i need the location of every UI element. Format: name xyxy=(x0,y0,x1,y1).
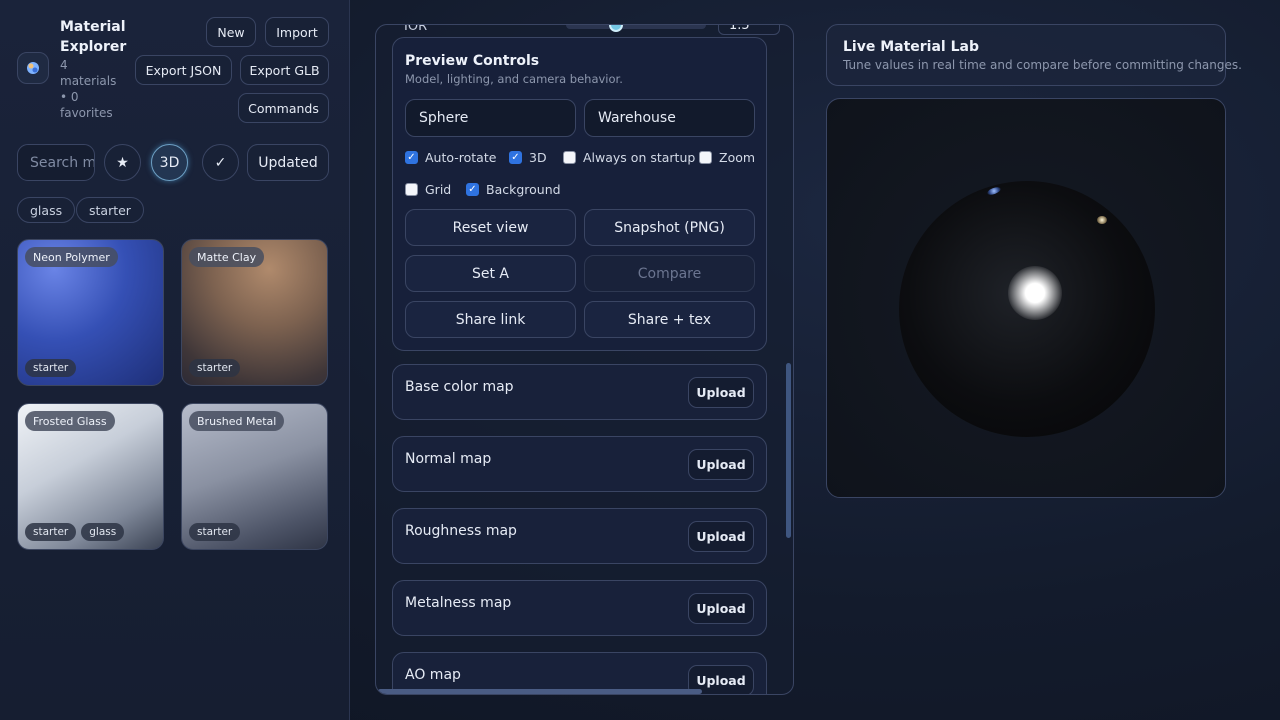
star-icon: ★ xyxy=(116,154,129,171)
specular-highlight-warm xyxy=(1097,216,1107,224)
ior-row: IOR 1.5 xyxy=(404,24,780,37)
select-mode-button[interactable]: ✓ xyxy=(202,144,239,181)
checkbox[interactable] xyxy=(699,151,712,164)
material-card-matte-clay[interactable]: Matte Clay starter xyxy=(181,239,328,386)
upload-normal-button[interactable]: Upload xyxy=(688,449,754,480)
ior-slider-thumb[interactable] xyxy=(609,25,624,32)
map-label: Base color map xyxy=(405,379,514,395)
base-color-map-slot: Base color map Upload xyxy=(392,364,767,420)
preview-controls-subtitle: Model, lighting, and camera behavior. xyxy=(405,72,623,86)
search-input[interactable]: Search materials xyxy=(17,144,95,181)
reset-view-button[interactable]: Reset view xyxy=(405,209,576,246)
material-name: Frosted Glass xyxy=(25,411,115,431)
preview-controls-title: Preview Controls xyxy=(405,53,540,69)
model-select[interactable]: Sphere xyxy=(405,99,576,137)
grid-checkbox[interactable]: Grid xyxy=(405,182,451,197)
map-label: Normal map xyxy=(405,451,492,467)
snapshot-button[interactable]: Snapshot (PNG) xyxy=(584,209,755,246)
material-tag: starter xyxy=(25,359,77,377)
lab-subtitle: Tune values in real time and compare bef… xyxy=(843,58,1242,72)
environment-select[interactable]: Warehouse xyxy=(584,99,755,137)
checkbox[interactable]: ✓ xyxy=(509,151,522,164)
material-editor-panel: IOR 1.5 Preview Controls Model, lighting… xyxy=(375,24,794,695)
background-checkbox[interactable]: ✓ Background xyxy=(466,182,561,197)
material-tag: starter xyxy=(25,523,77,541)
metalness-map-slot: Metalness map Upload xyxy=(392,580,767,636)
upload-base-color-button[interactable]: Upload xyxy=(688,377,754,408)
import-button[interactable]: Import xyxy=(265,17,329,47)
set-a-button[interactable]: Set A xyxy=(405,255,576,292)
share-tex-button[interactable]: Share + tex xyxy=(584,301,755,338)
checkbox[interactable] xyxy=(563,151,576,164)
tag-chip-glass[interactable]: glass xyxy=(17,197,76,223)
material-card-frosted-glass[interactable]: Frosted Glass starter glass xyxy=(17,403,164,550)
new-button[interactable]: New xyxy=(206,17,256,47)
lab-header: Live Material Lab Tune values in real ti… xyxy=(826,24,1242,86)
export-json-button[interactable]: Export JSON xyxy=(135,55,232,85)
upload-roughness-button[interactable]: Upload xyxy=(688,521,754,552)
specular-highlight-main xyxy=(1008,266,1062,320)
material-card-brushed-metal[interactable]: Brushed Metal starter xyxy=(181,403,328,550)
app-logo-icon xyxy=(17,52,49,84)
checkbox-label: Always on startup xyxy=(583,150,696,165)
lab-title: Live Material Lab xyxy=(843,39,979,55)
share-link-button[interactable]: Share link xyxy=(405,301,576,338)
material-name: Brushed Metal xyxy=(189,411,285,431)
favorites-filter-button[interactable]: ★ xyxy=(104,144,141,181)
mode-3d-toggle[interactable]: 3D xyxy=(151,144,188,181)
always-on-startup-checkbox[interactable]: Always on startup xyxy=(563,150,695,165)
checkbox[interactable]: ✓ xyxy=(466,183,479,196)
checkbox-label: Zoom xyxy=(719,150,756,165)
checkbox-label: Auto-rotate xyxy=(425,150,497,165)
material-name: Neon Polymer xyxy=(25,247,118,267)
map-label: Metalness map xyxy=(405,595,512,611)
material-tag: starter xyxy=(189,523,241,541)
checkbox-label: 3D xyxy=(529,150,547,165)
tag-chip-starter[interactable]: starter xyxy=(76,197,144,223)
checkbox[interactable]: ✓ xyxy=(405,151,418,164)
library-stats: 4 materials • 0 favorites xyxy=(60,58,117,120)
auto-rotate-checkbox[interactable]: ✓ Auto-rotate xyxy=(405,150,496,165)
export-glb-button[interactable]: Export GLB xyxy=(240,55,329,85)
material-tag: starter xyxy=(189,359,241,377)
ior-value-input[interactable]: 1.5 xyxy=(718,25,780,35)
app-title: Material Explorer xyxy=(60,19,127,55)
sidebar: Material Explorer 4 materials • 0 favori… xyxy=(0,0,350,720)
vertical-scrollbar[interactable] xyxy=(786,363,791,538)
commands-button[interactable]: Commands xyxy=(238,93,329,123)
material-name: Matte Clay xyxy=(189,247,265,267)
check-icon: ✓ xyxy=(214,154,227,171)
sort-select[interactable]: Updated xyxy=(247,144,329,181)
3d-checkbox[interactable]: ✓ 3D xyxy=(509,150,547,165)
map-label: AO map xyxy=(405,667,461,683)
ior-slider[interactable] xyxy=(566,25,706,32)
normal-map-slot: Normal map Upload xyxy=(392,436,767,492)
upload-metalness-button[interactable]: Upload xyxy=(688,593,754,624)
checkbox-label: Grid xyxy=(425,182,452,197)
checkbox-label: Background xyxy=(486,182,561,197)
roughness-map-slot: Roughness map Upload xyxy=(392,508,767,564)
material-card-neon-polymer[interactable]: Neon Polymer starter xyxy=(17,239,164,386)
horizontal-scrollbar[interactable] xyxy=(378,689,702,694)
checkbox[interactable] xyxy=(405,183,418,196)
map-label: Roughness map xyxy=(405,523,517,539)
preview-controls: Preview Controls Model, lighting, and ca… xyxy=(392,37,767,351)
zoom-checkbox[interactable]: Zoom xyxy=(699,150,755,165)
ior-label: IOR xyxy=(404,24,428,34)
material-tag: glass xyxy=(81,523,125,541)
3d-preview-viewport[interactable] xyxy=(826,98,1226,498)
compare-button[interactable]: Compare xyxy=(584,255,755,292)
